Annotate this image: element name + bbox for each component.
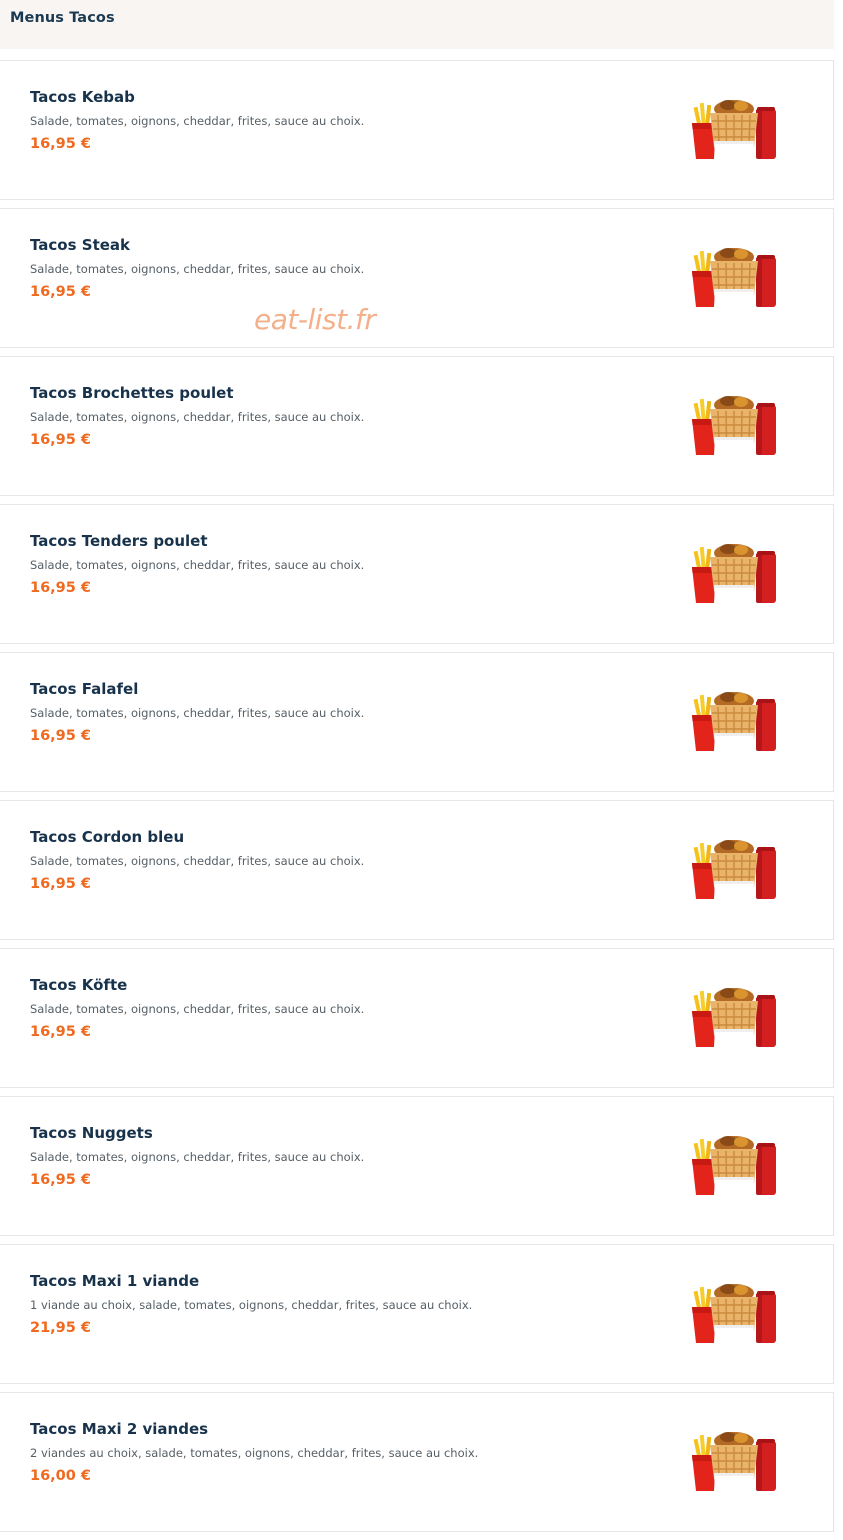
menu-item-description: Salade, tomates, oignons, cheddar, frite…: [30, 558, 365, 572]
tacos-menu-image: [688, 1125, 782, 1211]
menu-item-price: 16,95 €: [30, 1172, 92, 1188]
menu-item-description: Salade, tomates, oignons, cheddar, frite…: [30, 410, 365, 424]
tacos-menu-image: [688, 977, 782, 1063]
menu-item-name: Tacos Cordon bleu: [30, 828, 185, 846]
menu-item-name: Tacos Tenders poulet: [30, 532, 208, 550]
tacos-menu-illustration: [692, 396, 776, 471]
tacos-menu-illustration: [692, 1432, 776, 1507]
tacos-menu-illustration: [692, 1284, 776, 1359]
tacos-menu-illustration: [692, 248, 776, 323]
section-header: Menus Tacos: [0, 0, 834, 49]
menu-item-name: Tacos Kebab: [30, 88, 135, 106]
menu-item-description: Salade, tomates, oignons, cheddar, frite…: [30, 854, 365, 868]
tacos-menu-illustration: [692, 100, 776, 175]
menu-item-name: Tacos Maxi 2 viandes: [30, 1420, 209, 1438]
watermark: eat-list.fr: [254, 303, 376, 336]
tacos-menu-image: [688, 533, 782, 619]
menu-item-name: Tacos Falafel: [30, 680, 139, 698]
menu-item-card[interactable]: Tacos Tenders poulet Salade, tomates, oi…: [0, 504, 834, 644]
menu-item-description: Salade, tomates, oignons, cheddar, frite…: [30, 1002, 365, 1016]
tacos-menu-image: [688, 89, 782, 175]
menu-item-price: 16,95 €: [30, 432, 92, 448]
menu-item-price: 16,95 €: [30, 1024, 92, 1040]
menu-list: Tacos Kebab Salade, tomates, oignons, ch…: [0, 60, 834, 1540]
tacos-menu-illustration: [692, 544, 776, 619]
menu-item-card[interactable]: Tacos Falafel Salade, tomates, oignons, …: [0, 652, 834, 792]
tacos-menu-image: [688, 681, 782, 767]
menu-item-card[interactable]: Tacos Brochettes poulet Salade, tomates,…: [0, 356, 834, 496]
menu-item-price: 16,95 €: [30, 876, 92, 892]
tacos-menu-image: [688, 385, 782, 471]
menu-item-card[interactable]: Tacos Kebab Salade, tomates, oignons, ch…: [0, 60, 834, 200]
menu-item-card[interactable]: Tacos Maxi 1 viande 1 viande au choix, s…: [0, 1244, 834, 1384]
tacos-menu-illustration: [692, 988, 776, 1063]
tacos-menu-image: [688, 829, 782, 915]
menu-item-description: Salade, tomates, oignons, cheddar, frite…: [30, 1150, 365, 1164]
menu-item-description: Salade, tomates, oignons, cheddar, frite…: [30, 706, 365, 720]
menu-item-card[interactable]: Tacos Köfte Salade, tomates, oignons, ch…: [0, 948, 834, 1088]
tacos-menu-illustration: [692, 1136, 776, 1211]
tacos-menu-image: [688, 237, 782, 323]
tacos-menu-illustration: [692, 840, 776, 915]
menu-item-price: 16,00 €: [30, 1468, 92, 1484]
tacos-menu-image: [688, 1273, 782, 1359]
menu-item-card[interactable]: Tacos Steak Salade, tomates, oignons, ch…: [0, 208, 834, 348]
menu-item-card[interactable]: Tacos Maxi 2 viandes 2 viandes au choix,…: [0, 1392, 834, 1532]
menu-item-name: Tacos Maxi 1 viande: [30, 1272, 200, 1290]
menu-item-description: Salade, tomates, oignons, cheddar, frite…: [30, 262, 365, 276]
menu-item-price: 16,95 €: [30, 136, 92, 152]
tacos-menu-illustration: [692, 692, 776, 767]
menu-item-name: Tacos Nuggets: [30, 1124, 153, 1142]
menu-item-card[interactable]: Tacos Cordon bleu Salade, tomates, oigno…: [0, 800, 834, 940]
menu-item-price: 16,95 €: [30, 284, 92, 300]
menu-item-price: 16,95 €: [30, 580, 92, 596]
menu-item-name: Tacos Steak: [30, 236, 131, 254]
menu-item-price: 16,95 €: [30, 728, 92, 744]
menu-item-description: 1 viande au choix, salade, tomates, oign…: [30, 1298, 473, 1312]
menu-item-price: 21,95 €: [30, 1320, 92, 1336]
tacos-menu-image: [688, 1421, 782, 1507]
menu-item-description: 2 viandes au choix, salade, tomates, oig…: [30, 1446, 479, 1460]
menu-item-name: Tacos Brochettes poulet: [30, 384, 234, 402]
menu-item-card[interactable]: Tacos Nuggets Salade, tomates, oignons, …: [0, 1096, 834, 1236]
section-title: Menus Tacos: [10, 10, 115, 26]
menu-item-name: Tacos Köfte: [30, 976, 128, 994]
menu-item-description: Salade, tomates, oignons, cheddar, frite…: [30, 114, 365, 128]
